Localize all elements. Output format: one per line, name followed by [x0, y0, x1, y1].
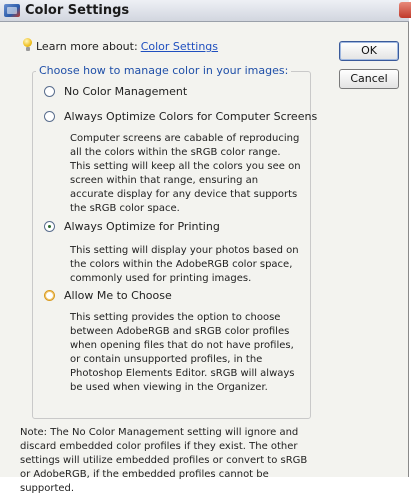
group-legend: Choose how to manage color in your image…: [36, 64, 292, 77]
option-description: Computer screens are cabable of reproduc…: [70, 133, 301, 214]
footnote: Note: The No Color Management setting wi…: [20, 427, 308, 494]
option-label: No Color Management: [64, 85, 188, 98]
option-label: Always Optimize for Printing: [64, 220, 220, 233]
ok-button[interactable]: OK: [339, 41, 399, 61]
color-settings-help-link[interactable]: Color Settings: [141, 40, 218, 53]
title-bar[interactable]: Color Settings: [0, 0, 411, 22]
color-settings-dialog: Color Settings Learn more about: Color Se…: [0, 0, 411, 494]
option-label: Always Optimize Colors for Computer Scre…: [64, 110, 318, 123]
option-description: This setting will display your photos ba…: [70, 245, 299, 284]
radio-allow-me-to-choose[interactable]: [44, 290, 55, 301]
window-title: Color Settings: [25, 3, 130, 18]
radio-no-color-management[interactable]: [44, 86, 55, 97]
radio-optimize-printing[interactable]: [44, 221, 55, 232]
learn-more-label: Learn more about:: [36, 40, 138, 53]
close-icon[interactable]: [399, 2, 411, 18]
radio-optimize-screens[interactable]: [44, 111, 55, 122]
lightbulb-icon: [23, 38, 32, 51]
cancel-button[interactable]: Cancel: [339, 69, 399, 89]
learn-more-row: Learn more about: Color Settings: [36, 40, 218, 53]
option-description: This setting provides the option to choo…: [70, 312, 295, 393]
option-label: Allow Me to Choose: [64, 289, 172, 302]
photoshop-elements-icon: [4, 4, 20, 17]
